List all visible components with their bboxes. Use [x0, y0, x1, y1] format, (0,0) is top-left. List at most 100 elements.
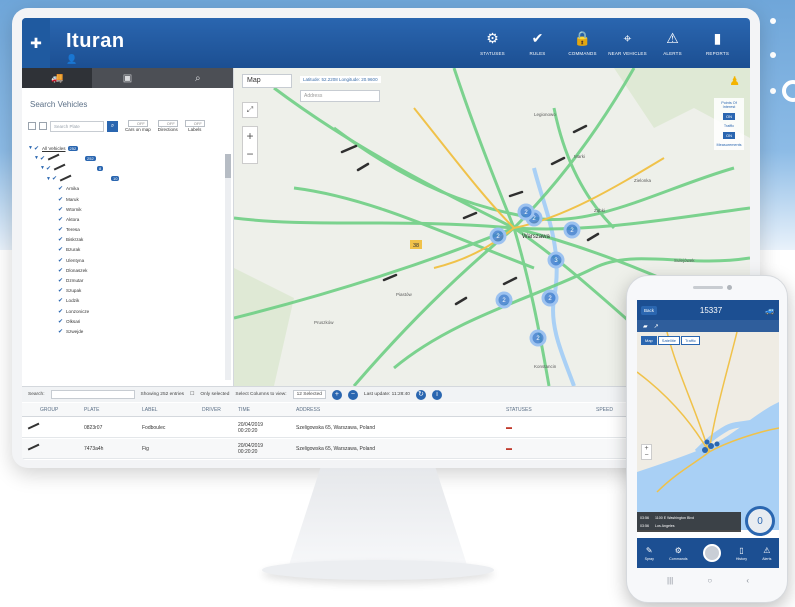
nav-statuses[interactable]: ⚙ STATUSES	[470, 18, 515, 68]
tree-group[interactable]: ▼ ✔ 10	[28, 174, 227, 184]
truck-icon[interactable]: ▰	[643, 323, 648, 330]
phone-zoom-in[interactable]: +	[642, 445, 651, 452]
phone-map[interactable]: + −	[637, 331, 779, 530]
checkbox[interactable]: ✔	[58, 318, 66, 325]
bottom-nav-spray[interactable]: ✎ Spray	[645, 546, 654, 561]
checkbox[interactable]: ✔	[58, 257, 66, 264]
checkbox[interactable]: ✔	[58, 185, 66, 192]
tab-drivers[interactable]: ▣	[92, 68, 162, 88]
col-time[interactable]: TIME	[232, 407, 290, 413]
nav-reports[interactable]: ▮ REPORTS	[695, 18, 740, 68]
recents-button[interactable]: |||	[667, 576, 673, 585]
checkbox[interactable]: ✔	[58, 297, 66, 304]
traffic-toggle[interactable]: ON	[723, 132, 735, 139]
search-button[interactable]: ⌕	[107, 120, 118, 132]
checkbox[interactable]: ✔	[58, 216, 66, 223]
phone-zoom-out[interactable]: −	[642, 452, 651, 459]
info-icon[interactable]: i	[431, 389, 442, 400]
poi-toggle[interactable]: ON	[723, 113, 735, 120]
tab-traffic[interactable]: Traffic	[681, 336, 700, 345]
nav-near-vehicles[interactable]: ⌖ NEAR VEHICLES	[605, 18, 650, 68]
measurements-tool[interactable]: Measurements	[716, 143, 741, 147]
add-column-button[interactable]: +	[331, 389, 342, 400]
tab-search-map[interactable]: ⌕	[163, 68, 233, 88]
tree-group[interactable]: ▼ ✔ 252	[28, 153, 227, 163]
col-driver[interactable]: DRIVER	[196, 407, 232, 413]
menu-icon[interactable]: ✚	[22, 18, 50, 68]
toggle-cars-on-map[interactable]: OFF Cars on map	[125, 120, 151, 132]
nav-alerts[interactable]: ⚠ ALERTS	[650, 18, 695, 68]
col-group[interactable]: GROUP	[34, 407, 78, 413]
checkbox[interactable]: ✔	[58, 308, 66, 315]
back-nav-button[interactable]: ‹	[746, 576, 749, 585]
user-icon[interactable]: 👤	[66, 54, 77, 65]
list-item[interactable]: ✔ Dzmutar	[28, 275, 227, 285]
tree-group[interactable]: ▼ ✔ 8	[28, 163, 227, 173]
toggle-labels[interactable]: OFF Labels	[184, 120, 205, 132]
bottom-nav-center[interactable]	[702, 544, 721, 562]
toggle-directions[interactable]: OFF Directions	[157, 120, 178, 132]
table-search-input[interactable]	[50, 390, 135, 399]
remove-column-button[interactable]: −	[347, 389, 358, 400]
refresh-icon[interactable]: ↻	[415, 389, 426, 400]
back-button[interactable]: Back	[641, 305, 658, 315]
list-item[interactable]: ✔ Wtornik	[28, 204, 227, 214]
collapse-all-button[interactable]	[39, 122, 47, 130]
only-selected-checkbox[interactable]: ☐	[190, 392, 194, 397]
tab-map[interactable]: Map	[641, 336, 657, 345]
tab-satellite[interactable]: Satellite	[657, 336, 681, 345]
sidebar-scrollbar[interactable]	[225, 154, 231, 380]
phone-system-bar: ||| ○ ‹	[667, 576, 749, 585]
checkbox[interactable]: ✔	[58, 196, 66, 203]
list-item[interactable]: ✔ Olksari	[28, 316, 227, 326]
expand-all-button[interactable]	[28, 122, 36, 130]
col-plate[interactable]: PLATE	[78, 407, 136, 413]
col-address[interactable]: ADDRESS	[290, 407, 500, 413]
checkbox[interactable]: ✔	[58, 277, 66, 284]
address-search-input[interactable]: Address	[300, 90, 380, 102]
col-label[interactable]: LABEL	[136, 407, 196, 413]
checkbox[interactable]: ✔	[52, 175, 60, 182]
map-type-select[interactable]: Map	[242, 74, 292, 88]
list-item[interactable]: ✔ Szupak	[28, 286, 227, 296]
checkbox[interactable]: ✔	[34, 145, 42, 152]
checkbox[interactable]: ✔	[58, 328, 66, 335]
list-item[interactable]: ✔ Dlonaszek	[28, 265, 227, 275]
bottom-nav-history[interactable]: ▯ History	[736, 546, 747, 561]
street-view-icon[interactable]: ♟	[729, 74, 740, 88]
zoom-in-button[interactable]: +	[246, 127, 253, 145]
list-item[interactable]: ✔ Maruk	[28, 194, 227, 204]
nav-commands[interactable]: 🔒 COMMANDS	[560, 18, 605, 68]
checkbox[interactable]: ✔	[58, 246, 66, 253]
list-item[interactable]: ✔ Aktora	[28, 214, 227, 224]
phone-screen: Back 15337 🚙 ▰ ↗ + − Map Satellite Traff…	[637, 300, 779, 568]
list-item[interactable]: ✔ Arnika	[28, 184, 227, 194]
columns-select[interactable]: 12 Selected	[292, 390, 326, 399]
list-item[interactable]: ✔ Szwejde	[28, 326, 227, 336]
scrollbar-thumb[interactable]	[225, 154, 231, 178]
list-item[interactable]: ✔ Biskrzak	[28, 235, 227, 245]
checkbox[interactable]: ✔	[58, 287, 66, 294]
tab-vehicles[interactable]: 🚚	[22, 68, 93, 88]
checkbox[interactable]: ✔	[58, 206, 66, 213]
list-item[interactable]: ✔ Bzurak	[28, 245, 227, 255]
col-statuses[interactable]: STATUSES	[500, 407, 590, 413]
checkbox[interactable]: ✔	[58, 236, 66, 243]
monitor-stand	[288, 468, 468, 568]
list-item[interactable]: ✔ Teresa	[28, 225, 227, 235]
zoom-out-button[interactable]: −	[246, 145, 253, 163]
search-icon: ⌕	[110, 122, 115, 129]
list-item[interactable]: ✔ Lonzonicze	[28, 306, 227, 316]
fullscreen-icon[interactable]: ⤢	[242, 102, 258, 118]
home-button[interactable]: ○	[707, 576, 712, 585]
plate-search-input[interactable]: Search Plate	[50, 120, 104, 132]
route-icon[interactable]: ↗	[654, 323, 659, 330]
checkbox[interactable]: ✔	[58, 267, 66, 274]
checkbox[interactable]: ✔	[58, 226, 66, 233]
tree-root[interactable]: ▼ ✔ All Vehicles 252	[28, 143, 227, 153]
bottom-nav-alerts[interactable]: ⚠ Alerts	[762, 546, 771, 561]
list-item[interactable]: ✔ Lodzik	[28, 296, 227, 306]
bottom-nav-commands[interactable]: ⚙ Commands	[669, 546, 687, 561]
list-item[interactable]: ✔ Ulentyna	[28, 255, 227, 265]
nav-rules[interactable]: ✔ RULES	[515, 18, 560, 68]
